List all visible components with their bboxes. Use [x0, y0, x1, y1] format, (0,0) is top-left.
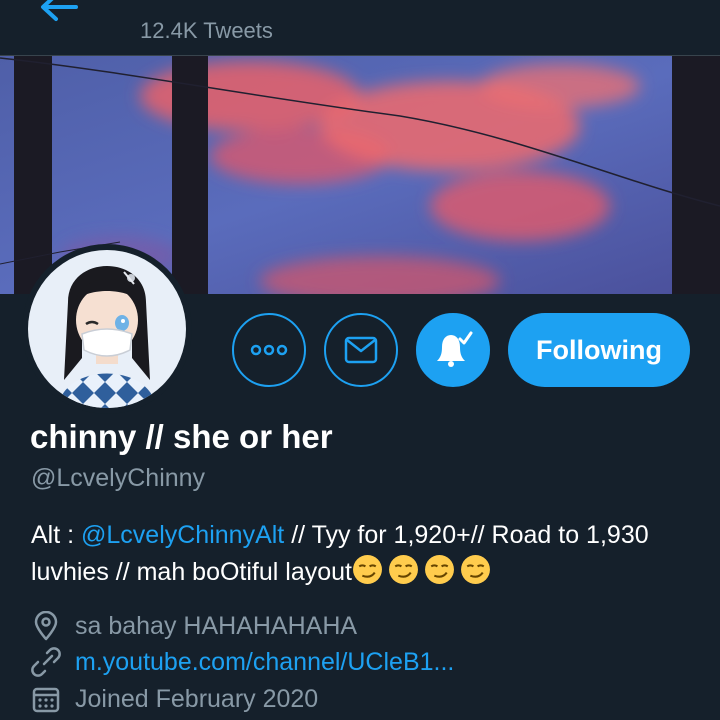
joined-row: Joined February 2020	[31, 682, 318, 716]
following-button[interactable]: Following	[508, 313, 690, 387]
tweet-count: 12.4K Tweets	[140, 18, 273, 43]
website-link[interactable]: m.youtube.com/channel/UCleB1...	[75, 648, 454, 677]
username: @LcvelyChinny	[31, 464, 206, 492]
avatar-image	[28, 250, 186, 408]
display-name: chinny // she or her	[30, 418, 333, 455]
joined-text: Joined February 2020	[75, 684, 319, 713]
smirking-face-emoji	[461, 555, 490, 584]
more-button[interactable]	[232, 313, 306, 387]
top-bar: 12.4K Tweets	[0, 0, 720, 56]
more-icon	[250, 344, 288, 356]
notifications-button[interactable]	[416, 313, 490, 387]
envelope-icon	[344, 336, 378, 364]
avatar[interactable]	[22, 244, 192, 414]
location-pin-icon	[34, 611, 58, 641]
calendar-icon	[32, 687, 60, 713]
location-text: sa bahay HAHAHAHAHA	[75, 611, 358, 640]
bio-text-prefix: Alt :	[31, 521, 82, 549]
link-icon	[31, 647, 61, 677]
bio-mention-link[interactable]: @LcvelyChinnyAlt	[81, 521, 284, 549]
message-button[interactable]	[324, 313, 398, 387]
location-row: sa bahay HAHAHAHAHA	[31, 609, 357, 643]
smirking-face-emoji	[389, 555, 418, 584]
smirking-face-emoji	[425, 555, 454, 584]
bell-check-icon	[437, 331, 473, 367]
website-row: m.youtube.com/channel/UCleB1...	[31, 645, 454, 679]
smirking-face-emoji	[353, 555, 382, 584]
bio: Alt : @LcvelyChinnyAlt // Tyy for 1,920+…	[31, 517, 701, 591]
arrow-left-icon[interactable]	[38, 0, 78, 22]
